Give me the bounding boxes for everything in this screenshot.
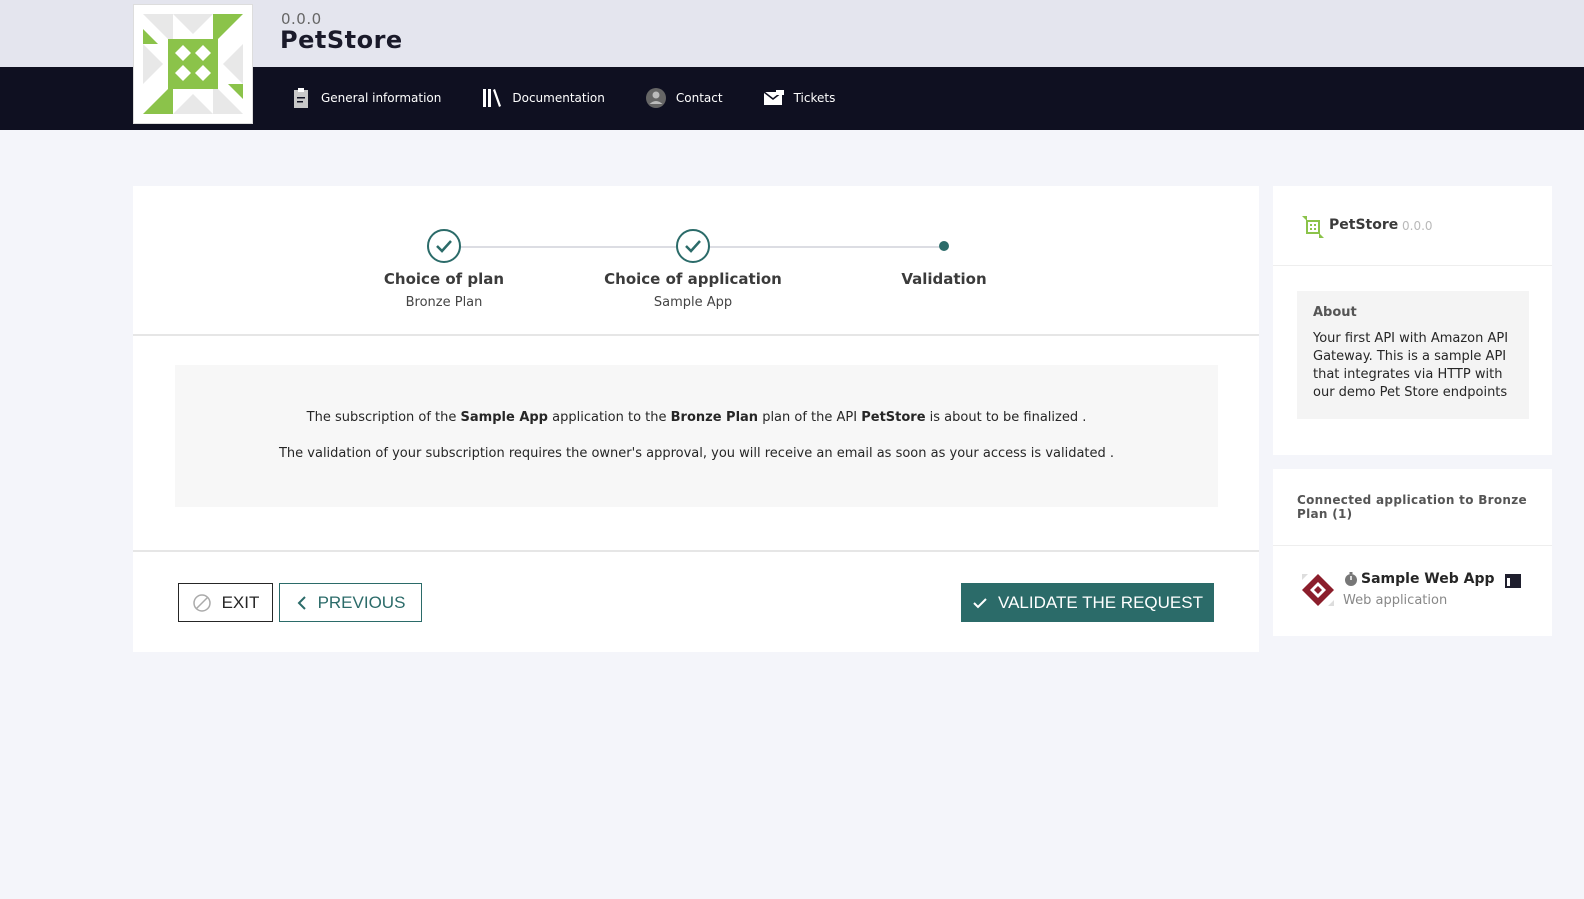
validation-message-box: The subscription of the Sample App appli… — [175, 365, 1218, 507]
nav-item-contact[interactable]: Contact — [645, 87, 723, 109]
chevron-left-icon — [296, 595, 308, 611]
main-nav: General information Documentation Contac… — [290, 84, 875, 112]
cancel-icon — [192, 593, 212, 613]
nav-item-tickets[interactable]: Tickets — [763, 87, 836, 109]
library-icon — [481, 87, 503, 109]
stopwatch-icon — [1345, 572, 1357, 586]
summary-text: plan of the API — [758, 410, 862, 425]
connected-apps-card: Connected application to Bronze Plan (1)… — [1273, 469, 1552, 636]
about-text: Your first API with Amazon API Gateway. … — [1313, 331, 1509, 400]
nav-item-label: Contact — [675, 91, 723, 105]
approval-notice: The validation of your subscription requ… — [278, 446, 1115, 461]
api-info-card: PetStore 0.0.0 About Your first API with… — [1273, 186, 1552, 455]
api-info-header: PetStore 0.0.0 — [1273, 186, 1552, 266]
footer-divider — [133, 550, 1259, 552]
step-1-title: Choice of plan — [383, 270, 505, 288]
user-avatar-icon — [645, 87, 667, 109]
about-title: About — [1313, 305, 1357, 320]
api-logo-icon — [134, 5, 252, 123]
check-icon — [436, 240, 452, 253]
subscription-summary: The subscription of the Sample App appli… — [175, 410, 1218, 425]
previous-button[interactable]: PREVIOUS — [279, 583, 422, 622]
step-2-title: Choice of application — [604, 270, 782, 288]
nav-item-label: General information — [321, 91, 442, 105]
api-title: PetStore — [280, 26, 403, 54]
envelope-icon — [763, 87, 785, 109]
app-avatar — [1302, 574, 1334, 606]
connected-apps-title: Connected application to Bronze Plan (1) — [1297, 493, 1527, 521]
check-icon — [685, 240, 701, 253]
step-3-current-dot — [939, 241, 949, 251]
validate-request-button[interactable]: VALIDATE THE REQUEST — [961, 583, 1214, 622]
summary-text: is about to be finalized . — [925, 410, 1087, 425]
step-1-check — [427, 229, 461, 263]
subscription-card: Choice of plan Bronze Plan Choice of app… — [133, 186, 1259, 652]
summary-app-name: Sample App — [460, 410, 548, 425]
step-2-subtitle: Sample App — [653, 295, 733, 310]
connected-apps-divider — [1273, 545, 1552, 546]
step-3-title: Validation — [901, 270, 987, 288]
nav-item-documentation[interactable]: Documentation — [481, 87, 605, 109]
step-2-check — [676, 229, 710, 263]
step-1-subtitle: Bronze Plan — [405, 295, 483, 310]
previous-button-label: PREVIOUS — [317, 592, 406, 612]
connected-app-type: Web application — [1343, 593, 1448, 608]
summary-plan-name: Bronze Plan — [670, 410, 759, 425]
summary-text: The subscription of the — [306, 410, 461, 425]
check-icon — [972, 596, 988, 610]
exit-button-label: EXIT — [221, 592, 260, 612]
nav-item-label: Tickets — [793, 91, 836, 105]
about-section: About Your first API with Amazon API Gat… — [1297, 291, 1529, 419]
clipboard-icon — [290, 87, 312, 109]
api-logo — [133, 4, 253, 124]
summary-api-name: PetStore — [861, 410, 926, 425]
nav-item-label: Documentation — [512, 91, 605, 105]
stepper-connector — [707, 246, 939, 248]
validate-button-label: VALIDATE THE REQUEST — [998, 592, 1203, 612]
subscription-stepper: Choice of plan Bronze Plan Choice of app… — [133, 186, 1259, 336]
nav-item-general-information[interactable]: General information — [290, 87, 441, 109]
sidebar-api-version: 0.0.0 — [1402, 219, 1433, 233]
stepper-connector — [458, 246, 690, 248]
connected-app-name[interactable]: Sample Web App — [1361, 571, 1495, 587]
summary-text: application to the — [548, 410, 671, 425]
web-app-window-icon — [1505, 574, 1521, 588]
api-logo-icon — [1302, 216, 1324, 238]
exit-button[interactable]: EXIT — [178, 583, 273, 622]
sidebar-api-name[interactable]: PetStore — [1329, 217, 1398, 233]
